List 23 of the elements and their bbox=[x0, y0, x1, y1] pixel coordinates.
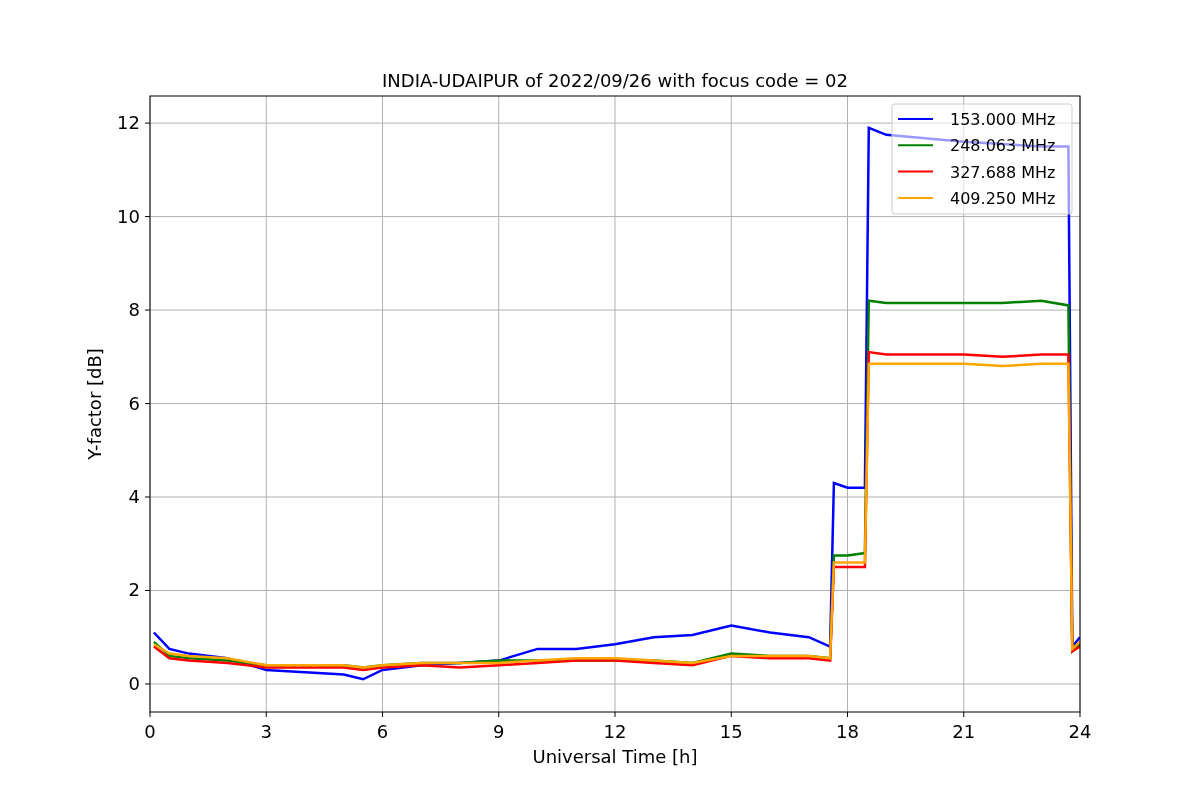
y-tick-label: 10 bbox=[117, 205, 140, 227]
x-tick-label: 0 bbox=[144, 721, 156, 742]
x-tick-label: 12 bbox=[603, 721, 627, 742]
y-tick-label: 0 bbox=[128, 672, 140, 694]
x-tick-label: 15 bbox=[719, 721, 743, 742]
x-tick-label: 6 bbox=[376, 721, 389, 742]
chart-title: INDIA-UDAIPUR of 2022/09/26 with focus code = 02 bbox=[382, 70, 848, 91]
legend-label: 409.250 MHz bbox=[950, 188, 1056, 208]
legend-label: 153.000 MHz bbox=[950, 110, 1056, 129]
y-tick-label: 6 bbox=[128, 392, 140, 414]
x-tick-label: 24 bbox=[1068, 721, 1092, 742]
x-tick-label: 21 bbox=[952, 721, 976, 742]
y-tick-label: 8 bbox=[128, 299, 140, 321]
x-tick-label: 18 bbox=[836, 721, 859, 742]
x-tick-label: 9 bbox=[493, 721, 505, 742]
x-tick-label: 3 bbox=[260, 721, 272, 742]
y-tick-label: 4 bbox=[128, 486, 140, 507]
legend-label: 248.063 MHz bbox=[950, 136, 1056, 156]
x-axis-label: Universal Time [h] bbox=[532, 746, 698, 767]
y-tick-label: 2 bbox=[128, 579, 140, 601]
y-tick-label: 12 bbox=[117, 112, 140, 134]
legend-label: 327.688 MHz bbox=[950, 162, 1056, 182]
y-axis-label: Y-factor [dB] bbox=[84, 348, 105, 460]
